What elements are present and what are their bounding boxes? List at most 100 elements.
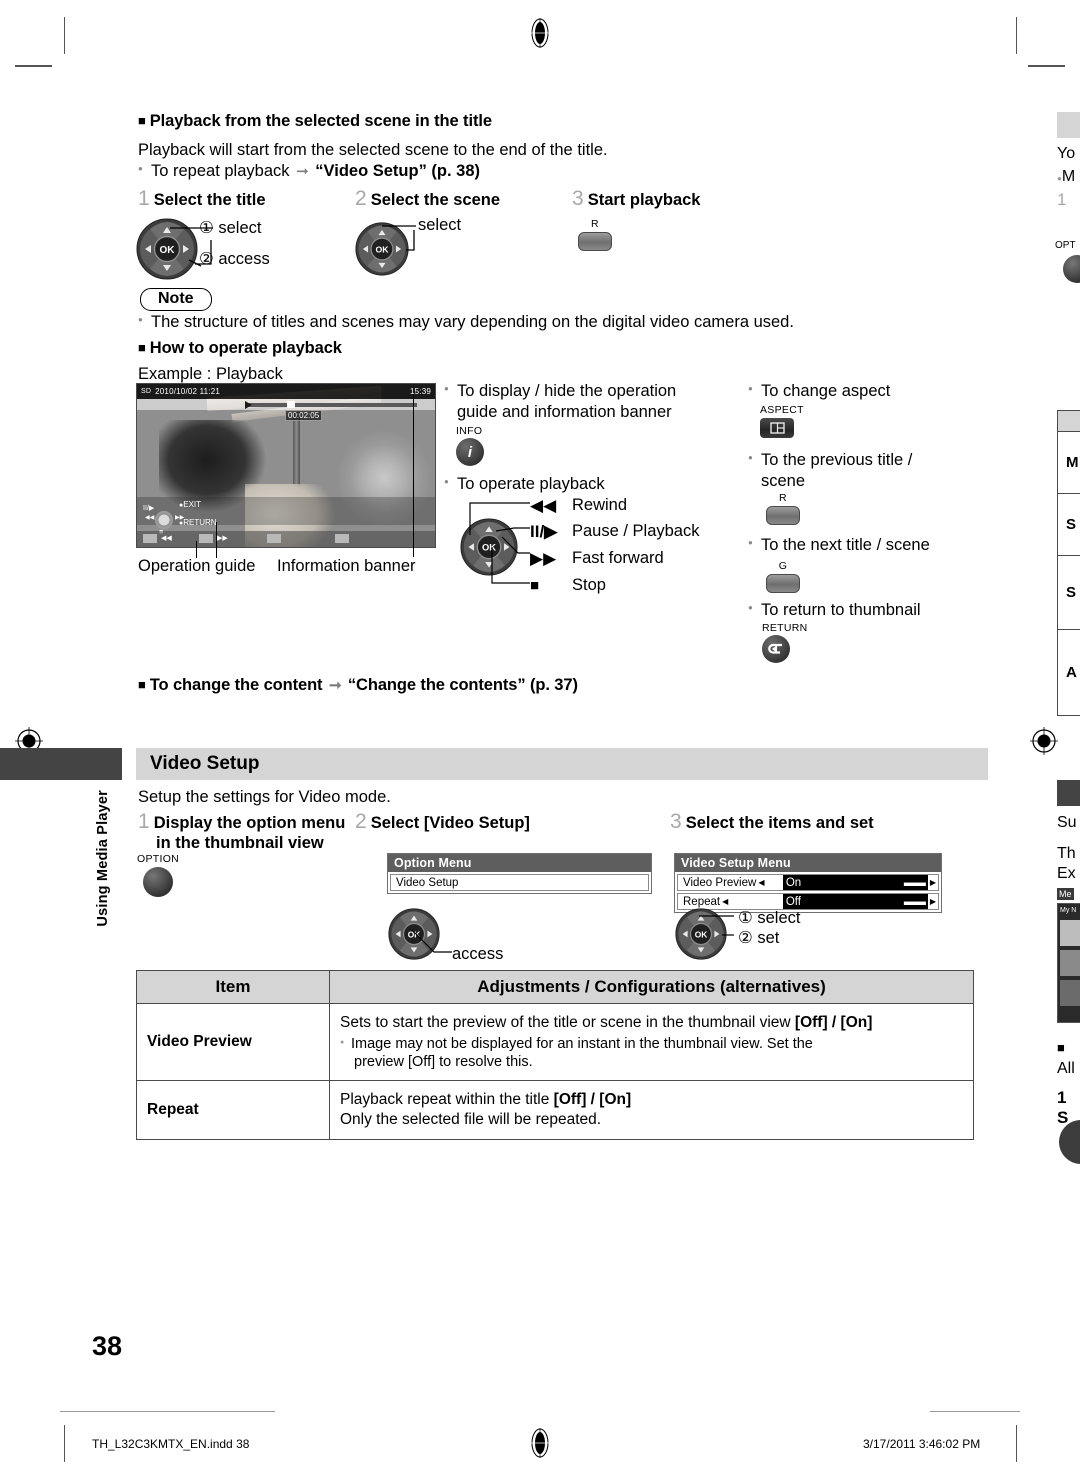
fast-forward-icon: ▶▶ xyxy=(530,548,557,568)
pause-play-icon: II/▶ xyxy=(530,521,558,541)
page-number: 38 xyxy=(92,1331,123,1361)
stop-icon: ■ xyxy=(530,577,540,594)
tv-chip-4 xyxy=(335,534,349,543)
aspect-icon[interactable] xyxy=(760,418,794,438)
vs-step-1-label: Display the option menu xyxy=(153,814,346,832)
return-icon[interactable] xyxy=(762,635,790,663)
option-button[interactable] xyxy=(143,867,173,897)
aspect-button-group: ASPECT xyxy=(760,404,804,438)
video-setup-menu-osd: Video Setup Menu Video Preview ◀ On ▬▬ ▶… xyxy=(674,853,942,913)
green-button-group: G xyxy=(766,560,800,593)
step-3-number: 3 xyxy=(572,187,584,210)
right-arrow-icon-1[interactable]: ▶ xyxy=(928,878,938,887)
table-cell-desc-video-preview: Sets to start the preview of the title o… xyxy=(329,1002,974,1082)
chapter-side-label: Using Media Player xyxy=(95,790,111,927)
next-page-bleed-column: Yo ●M 1 OPT M S S A Su Th Ex Me My N ■ A… xyxy=(1055,100,1080,1240)
vs-step-1-number: 1 xyxy=(138,810,150,833)
step-3-start-playback: 3 Start playback xyxy=(572,187,701,211)
table-header-item: Item xyxy=(136,970,330,1004)
repeat-desc-line1: Playback repeat within the title [Off] /… xyxy=(340,1090,963,1110)
bullet-previous-title: To the previous title / scene xyxy=(748,450,948,493)
tv-progress-knob[interactable] xyxy=(287,401,295,408)
stop-label: Stop xyxy=(572,575,606,594)
bullet-display-hide-guide: To display / hide the operation guide an… xyxy=(444,381,714,424)
red-button[interactable] xyxy=(578,232,612,251)
repeat-row-label: Repeat xyxy=(683,895,721,908)
green-button-label: G xyxy=(778,560,788,572)
change-content-text: To change the content xyxy=(149,676,323,694)
bleed-table: M S S A xyxy=(1057,410,1080,716)
video-preview-row-value: On xyxy=(785,876,802,889)
video-preview-subbullet: Image may not be displayed for an instan… xyxy=(340,1035,963,1072)
option-menu-row-video-setup[interactable]: Video Setup xyxy=(390,874,649,891)
tv-chip-2 xyxy=(199,534,213,543)
right-arrow-icon-2[interactable]: ▶ xyxy=(928,897,938,906)
video-setup-reference-link[interactable]: “Video Setup” (p. 38) xyxy=(315,162,480,180)
bleed-line-4: OPT xyxy=(1055,240,1076,251)
return-button-label: RETURN xyxy=(762,622,808,634)
repeat-row-value-wrap[interactable]: Off ▬▬ xyxy=(782,894,928,909)
repeat-row-value: Off xyxy=(785,895,801,908)
vs-step-1-label2: in the thumbnail view xyxy=(156,834,324,852)
repeat-playback-label: To repeat playback xyxy=(151,162,290,180)
bleed-tbl-r1: M xyxy=(1057,432,1080,494)
bleed-thumb: My N xyxy=(1057,903,1080,1023)
note-badge: Note xyxy=(140,288,212,311)
bleed-square-icon: ■ xyxy=(1057,1040,1065,1055)
change-contents-reference-link[interactable]: “Change the contents” (p. 37) xyxy=(348,676,578,694)
video-preview-row-value-wrap[interactable]: On ▬▬ xyxy=(782,875,928,890)
repeat-desc-pre: Playback repeat within the title xyxy=(340,1091,554,1109)
tv-guide-exit-label: ●EXIT xyxy=(179,500,202,509)
section-heading-text: Playback from the selected scene in the … xyxy=(149,112,492,130)
playback-intro-text: Playback will start from the selected sc… xyxy=(138,141,608,159)
left-arrow-icon-2[interactable]: ◀ xyxy=(720,897,730,906)
option-menu-row-label: Video Setup xyxy=(396,876,459,889)
bleed-band-2 xyxy=(1057,780,1080,806)
red-button-group-2: R xyxy=(766,492,800,525)
bleed-line-2: ●M xyxy=(1057,168,1076,185)
leader-information-banner xyxy=(216,522,217,558)
info-button-label: INFO xyxy=(456,425,483,437)
video-setup-menu-row-preview[interactable]: Video Preview ◀ On ▬▬ ▶ xyxy=(677,874,939,891)
bleed-tbl-r3: S xyxy=(1057,556,1080,630)
bleed-option-button[interactable] xyxy=(1063,255,1080,283)
tv-next-icon: ▶▶ xyxy=(217,535,228,542)
option-menu-title: Option Menu xyxy=(388,854,651,872)
table-header-row: Item Adjustments / Configurations (alter… xyxy=(136,970,974,1004)
section-heading-change-content: ■ To change the content ➞ “Change the con… xyxy=(138,676,578,695)
left-arrow-icon-1[interactable]: ◀ xyxy=(756,878,766,887)
bleed-b1: Su xyxy=(1057,814,1077,831)
caption-operation-guide: Operation guide xyxy=(138,557,256,575)
crop-mark-right xyxy=(1028,65,1065,67)
note-text: The structure of titles and scenes may v… xyxy=(138,312,928,333)
option-button-group: OPTION xyxy=(137,853,179,897)
tv-play-indicator xyxy=(245,401,252,409)
example-playback-label: Example : Playback xyxy=(138,365,283,383)
crop-mark-bottom-left xyxy=(64,1425,65,1462)
crop-mark-left xyxy=(15,65,52,67)
video-setup-intro: Setup the settings for Video mode. xyxy=(138,788,391,806)
red-button-label: R xyxy=(591,218,599,230)
step-1-number: 1 xyxy=(138,187,150,210)
tv-chip-3 xyxy=(267,534,281,543)
green-button[interactable] xyxy=(766,574,800,593)
vs-step-2-label: Select [Video Setup] xyxy=(370,814,530,832)
slider-icon-1: ▬▬ xyxy=(903,876,926,889)
vs-step-3-number: 3 xyxy=(670,810,682,833)
option-menu-osd: Option Menu Video Setup xyxy=(387,853,652,894)
video-setup-section-band: Video Setup xyxy=(136,748,988,780)
video-setup-menu-title: Video Setup Menu xyxy=(675,854,941,872)
bleed-tbl-r2: S xyxy=(1057,494,1080,556)
table-row-video-preview: Video Preview Sets to start the preview … xyxy=(136,1002,974,1082)
red-button-2[interactable] xyxy=(766,506,800,525)
bleed-b4: Me xyxy=(1057,888,1074,900)
crop-mark-top-right xyxy=(1016,17,1017,54)
tv-guide-rewind-icon: ◀◀ xyxy=(145,515,155,521)
section-heading-playback-scene: ■ Playback from the selected scene in the… xyxy=(138,112,492,131)
arrow-icon-2: ➞ xyxy=(328,677,342,694)
caption-information-banner: Information banner xyxy=(277,557,416,575)
bleed-b3: Ex xyxy=(1057,865,1076,882)
tv-screen-example: SD 2010/10/02 11:21 15:39 00:02:05 II/▶ … xyxy=(136,383,436,548)
info-icon[interactable]: i xyxy=(456,438,484,466)
rewind-icon: ◀◀ xyxy=(530,496,557,515)
